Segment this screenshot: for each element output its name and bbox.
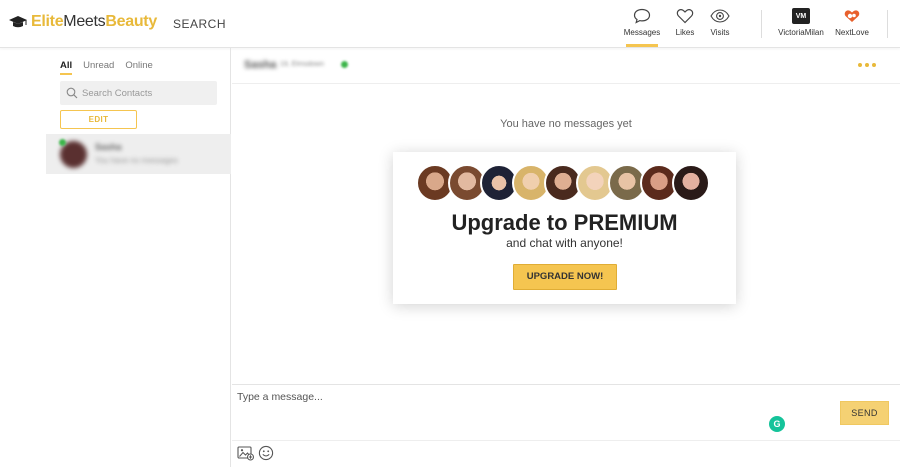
graduation-cap-icon <box>9 16 27 28</box>
heart-icon <box>676 9 694 24</box>
upgrade-now-button[interactable]: UPGRADE NOW! <box>513 264 617 290</box>
nav-divider <box>887 10 888 38</box>
nav-visits[interactable]: Visits <box>696 8 744 37</box>
nav-messages[interactable]: Messages <box>618 8 666 47</box>
contacts-panel: All Unread Online Search Contacts EDIT S… <box>0 48 231 467</box>
nav-victoriamilan-label: VictoriaMilan <box>778 28 824 37</box>
search-icon <box>66 87 78 99</box>
logo-text-meets: Meets <box>63 13 106 30</box>
chat-partner-name[interactable]: Sasha <box>244 59 276 71</box>
member-avatars <box>416 164 710 202</box>
top-header: Elite Meets Beauty SEARCH Messages Likes V… <box>0 0 900 48</box>
send-button[interactable]: SEND <box>840 401 889 425</box>
chat-partner-info: 19, Elmsdown <box>280 61 324 68</box>
nav-divider <box>761 10 762 38</box>
message-composer: Type a message... G SEND <box>232 384 900 467</box>
tab-online[interactable]: Online <box>125 60 152 71</box>
search-placeholder: Search Contacts <box>82 87 153 99</box>
logo-text-beauty: Beauty <box>105 13 157 30</box>
logo-text-elite: Elite <box>31 13 64 30</box>
nav-nextlove[interactable]: NextLove <box>828 8 876 37</box>
online-indicator <box>341 61 348 68</box>
nav-nextlove-label: NextLove <box>835 28 869 37</box>
composer-tools <box>237 445 274 461</box>
tab-all[interactable]: All <box>60 60 73 75</box>
edit-button[interactable]: EDIT <box>60 110 137 129</box>
tab-unread[interactable]: Unread <box>83 60 114 71</box>
search-contacts-input[interactable]: Search Contacts <box>60 81 217 105</box>
more-options-icon[interactable] <box>858 63 876 67</box>
emoji-icon[interactable] <box>258 445 274 461</box>
nextlove-logo-icon <box>844 10 860 22</box>
contact-name: Sasha <box>95 142 122 152</box>
nav-visits-label: Visits <box>710 28 730 37</box>
contact-tabs: All Unread Online <box>60 60 153 75</box>
empty-messages-text: You have no messages yet <box>500 118 632 130</box>
chat-header: Sasha 19, Elmsdown <box>232 48 900 84</box>
premium-title: Upgrade to PREMIUM <box>451 210 678 235</box>
contact-preview: You have no messages <box>95 156 178 165</box>
contact-list-item[interactable]: Sasha You have no messages <box>46 134 231 174</box>
nav-likes-label: Likes <box>675 28 695 37</box>
photo-upload-icon[interactable] <box>237 445 254 461</box>
logo[interactable]: Elite Meets Beauty <box>8 13 157 31</box>
eye-icon <box>710 9 730 23</box>
online-indicator <box>59 139 66 146</box>
grammarly-icon[interactable]: G <box>769 416 785 432</box>
nav-victoriamilan[interactable]: VM VictoriaMilan <box>777 8 825 37</box>
search-link[interactable]: SEARCH <box>173 17 226 31</box>
premium-upsell-card: Upgrade to PREMIUM and chat with anyone!… <box>393 152 736 304</box>
victoriamilan-logo-icon: VM <box>792 8 810 24</box>
message-input[interactable]: Type a message... <box>237 391 323 403</box>
divider <box>232 440 900 441</box>
nav-messages-label: Messages <box>623 28 661 37</box>
premium-subtitle: and chat with anyone! <box>506 236 623 250</box>
chat-bubble-icon <box>633 8 651 24</box>
avatar <box>672 164 710 202</box>
